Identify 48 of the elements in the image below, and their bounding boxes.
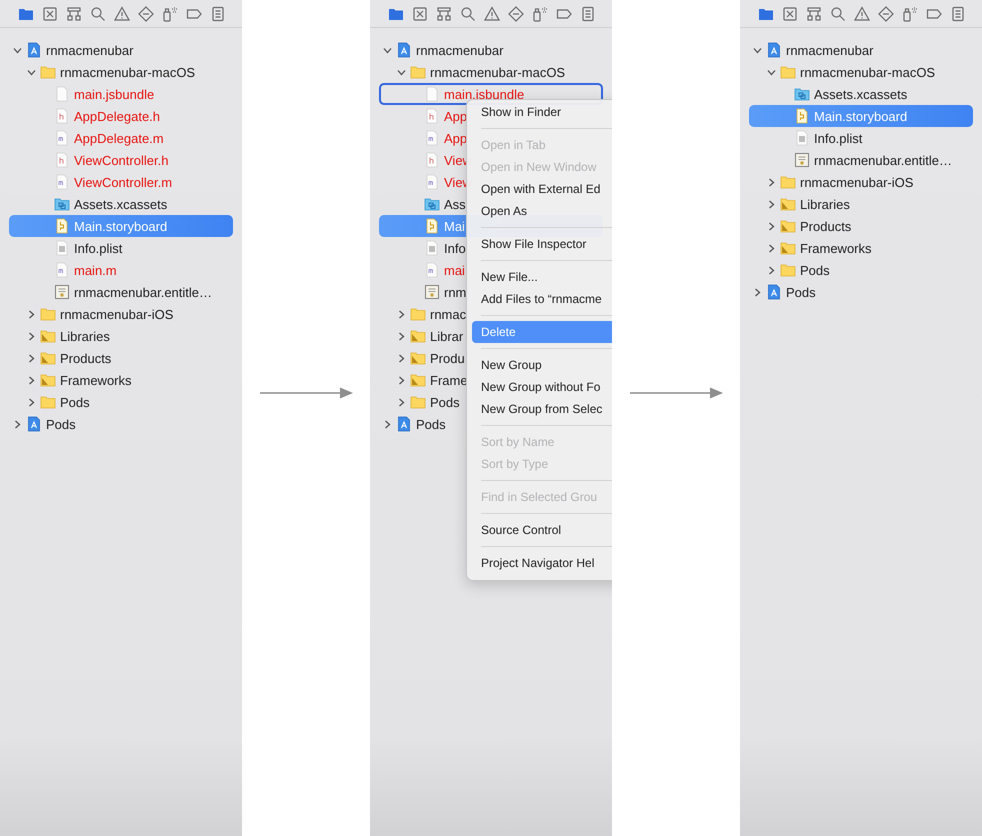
- file-name: Pods: [800, 262, 830, 278]
- file-name: Info.plist: [814, 130, 862, 146]
- file-name: Pods: [60, 394, 90, 410]
- file-name: Librar: [430, 328, 464, 344]
- file-name: main.jsbundle: [444, 86, 524, 102]
- file-name: Info: [444, 240, 466, 256]
- file-name: Main.storyboard: [74, 218, 168, 234]
- file-name: Frame: [430, 372, 468, 388]
- file-name: Pods: [46, 416, 76, 432]
- file-name: rnmacmenubar.entitle…: [74, 284, 212, 300]
- file-name: Pods: [786, 284, 816, 300]
- file-name: rnmacmenubar.entitle…: [814, 152, 952, 168]
- file-name: mai: [444, 262, 465, 278]
- file-name: rnmacmenubar: [416, 42, 504, 58]
- file-name: rnm: [444, 284, 466, 300]
- file-name: Libraries: [800, 196, 850, 212]
- file-name: AppDelegate.m: [74, 130, 164, 146]
- file-name: rnmacmenubar-iOS: [800, 174, 914, 190]
- file-name: Assets.xcassets: [74, 196, 168, 212]
- file-name: rnmac: [430, 306, 466, 322]
- file-name: ViewController.h: [74, 152, 168, 168]
- file-name: Products: [800, 218, 852, 234]
- file-name: Assets.xcassets: [814, 86, 908, 102]
- file-name: Libraries: [60, 328, 110, 344]
- file-name: App: [444, 130, 468, 146]
- file-name: Ass: [444, 196, 466, 212]
- file-name: App: [444, 108, 468, 124]
- file-name: rnmacmenubar: [786, 42, 874, 58]
- file-name: rnmacmenubar: [46, 42, 134, 58]
- file-name: View: [444, 152, 472, 168]
- file-name: main.m: [74, 262, 117, 278]
- file-name: Main.storyboard: [814, 108, 908, 124]
- file-name: rnmacmenubar-macOS: [430, 64, 566, 80]
- file-name: View: [444, 174, 472, 190]
- file-name: Frameworks: [800, 240, 872, 256]
- file-name: ViewController.m: [74, 174, 172, 190]
- file-name: Produ: [430, 350, 465, 366]
- file-name: Pods: [430, 394, 460, 410]
- file-name: main.jsbundle: [74, 86, 154, 102]
- file-name: rnmacmenubar-macOS: [800, 64, 936, 80]
- file-name: Mai: [444, 218, 465, 234]
- file-name: rnmacmenubar-iOS: [60, 306, 174, 322]
- file-name: Products: [60, 350, 112, 366]
- file-name: AppDelegate.h: [74, 108, 160, 124]
- file-name: Pods: [416, 416, 446, 432]
- file-name: Info.plist: [74, 240, 122, 256]
- file-name: rnmacmenubar-macOS: [60, 64, 196, 80]
- file-name: Frameworks: [60, 372, 132, 388]
